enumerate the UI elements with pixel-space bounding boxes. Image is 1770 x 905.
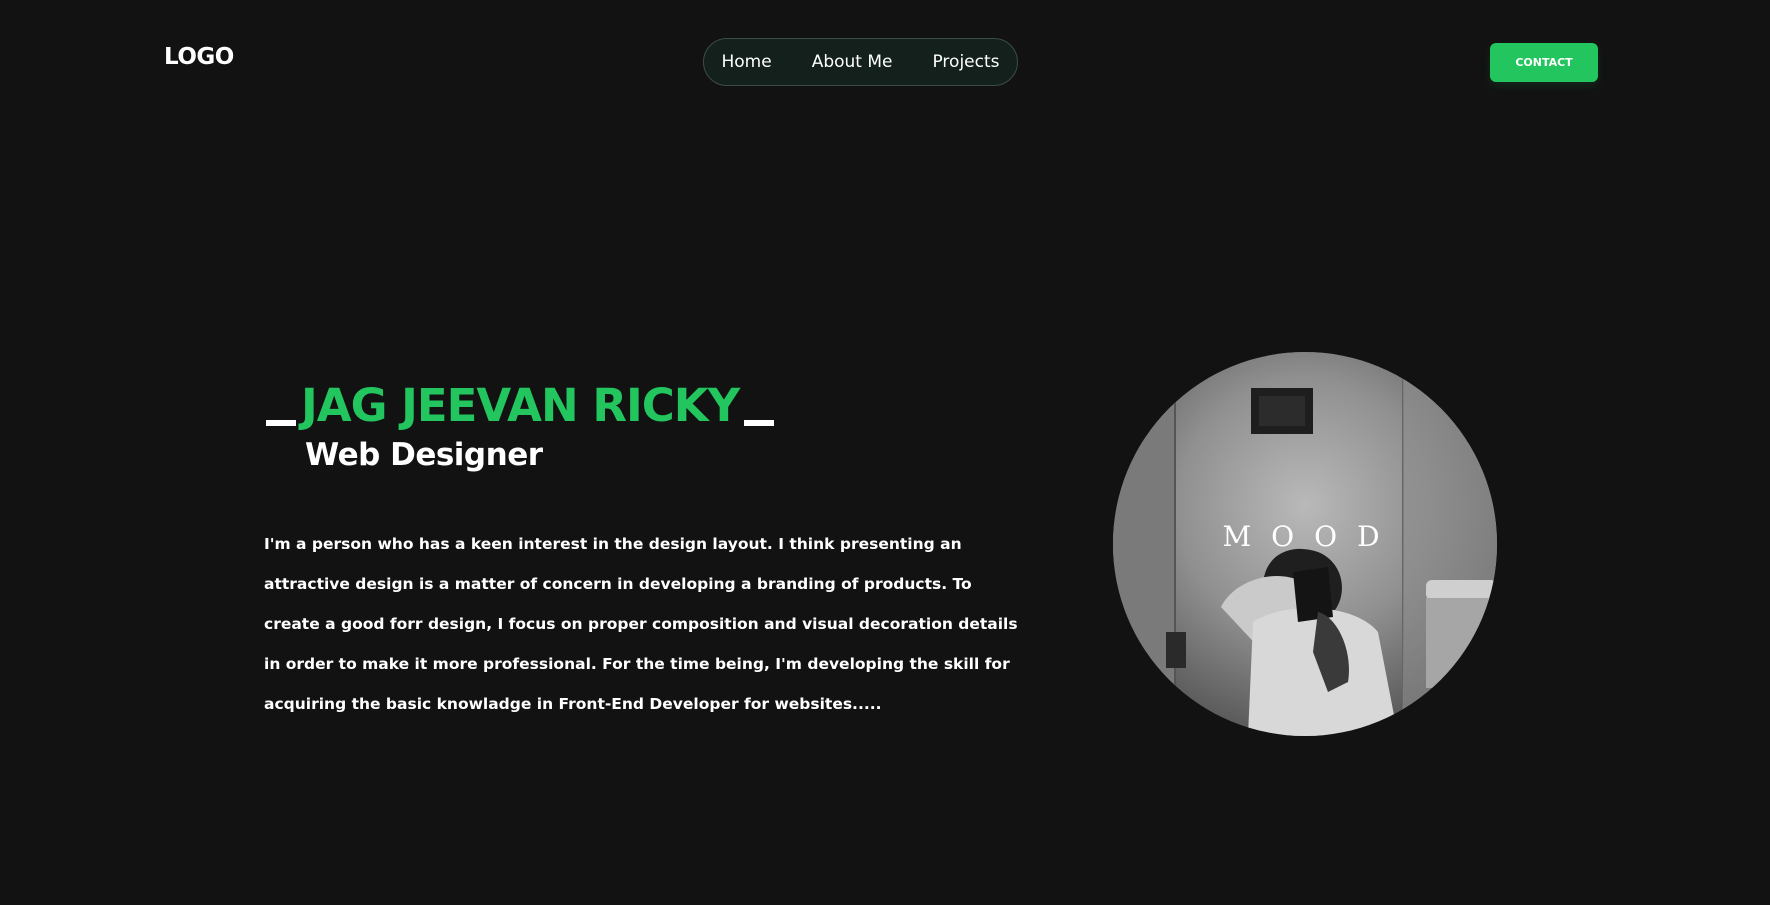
nav-home[interactable]: Home	[701, 52, 791, 72]
hero-bio: I'm a person who has a keen interest in …	[264, 534, 1018, 713]
nav-projects[interactable]: Projects	[912, 52, 1019, 72]
photo-overlay-text: MOOD	[1222, 520, 1400, 553]
hero-role: Web Designer	[305, 437, 543, 473]
portfolio-page: LOGO Home About Me Projects CONTACT JAG …	[0, 0, 1770, 905]
profile-photo: MOOD	[1113, 352, 1497, 736]
logo[interactable]: LOGO	[164, 46, 234, 69]
hero-name: JAG JEEVAN RICKY	[301, 379, 740, 432]
main-nav: Home About Me Projects	[703, 38, 1018, 86]
title-dash-left	[266, 420, 296, 426]
nav-about-me[interactable]: About Me	[792, 52, 913, 72]
contact-button[interactable]: CONTACT	[1490, 43, 1598, 82]
hero-title: JAG JEEVAN RICKY	[266, 372, 775, 432]
title-dash-right	[744, 420, 775, 426]
